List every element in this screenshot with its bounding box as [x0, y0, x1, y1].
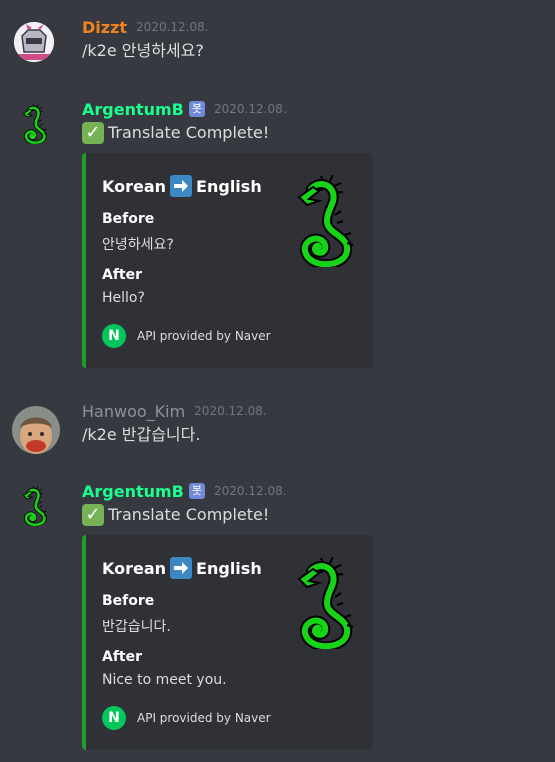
- embed-title: Korean English: [102, 557, 262, 579]
- timestamp: 2020.12.08.: [214, 102, 287, 116]
- message-argentumb: ArgentumB 봇 2020.12.08. ✓ Translate Comp…: [0, 98, 555, 370]
- message-hanwoo-kim: Hanwoo_Kim 2020.12.08. /k2e 반갑습니다.: [0, 400, 555, 454]
- message-text: /k2e 반갑습니다.: [82, 425, 201, 444]
- green-dragon-avatar-icon[interactable]: [14, 104, 54, 144]
- message-text: /k2e 안녕하세요?: [82, 41, 204, 60]
- target-language: English: [196, 176, 262, 196]
- before-label: Before: [102, 593, 155, 609]
- bot-tag: 봇: [188, 101, 205, 117]
- check-mark-icon: ✓: [82, 122, 104, 144]
- green-dragon-avatar-icon[interactable]: [14, 486, 54, 526]
- green-dragon-thumbnail-icon[interactable]: [291, 175, 355, 267]
- username[interactable]: ArgentumB: [82, 482, 184, 501]
- naver-icon: N: [102, 706, 126, 730]
- before-value: 반갑습니다.: [102, 619, 171, 635]
- after-value: Nice to meet you.: [102, 672, 227, 688]
- timestamp: 2020.12.08.: [214, 484, 287, 498]
- translation-embed: Korean English Before 안녕하세요? After Hello…: [82, 153, 373, 368]
- translation-embed: Korean English Before 반갑습니다. After Nice …: [82, 535, 373, 750]
- bot-tag: 봇: [188, 483, 205, 499]
- message-dizzt: Dizzt 2020.12.08. /k2e 안녕하세요?: [0, 16, 555, 66]
- check-mark-icon: ✓: [82, 504, 104, 526]
- username[interactable]: Dizzt: [82, 18, 127, 37]
- after-value: Hello?: [102, 290, 145, 306]
- source-language: Korean: [102, 176, 167, 196]
- after-label: After: [102, 267, 143, 283]
- footer-text: API provided by Naver: [137, 711, 271, 725]
- knight-avatar-icon[interactable]: [14, 22, 54, 62]
- message-header: ArgentumB 봇 2020.12.08.: [82, 98, 287, 120]
- username[interactable]: ArgentumB: [82, 100, 184, 119]
- message-argentumb: ArgentumB 봇 2020.12.08. ✓ Translate Comp…: [0, 480, 555, 752]
- message-header: Hanwoo_Kim 2020.12.08.: [82, 400, 267, 422]
- message-text: Translate Complete!: [108, 123, 270, 142]
- timestamp: 2020.12.08.: [136, 20, 209, 34]
- character-avatar-icon[interactable]: [12, 406, 60, 454]
- message-header: Dizzt 2020.12.08.: [82, 16, 209, 38]
- embed-title: Korean English: [102, 175, 262, 197]
- after-label: After: [102, 649, 143, 665]
- green-dragon-thumbnail-icon[interactable]: [291, 557, 355, 649]
- message-text: Translate Complete!: [108, 505, 270, 524]
- before-value: 안녕하세요?: [102, 237, 174, 253]
- right-arrow-icon: [170, 175, 193, 197]
- before-label: Before: [102, 211, 155, 227]
- footer-text: API provided by Naver: [137, 329, 271, 343]
- embed-footer: N API provided by Naver: [102, 324, 271, 348]
- username[interactable]: Hanwoo_Kim: [82, 402, 185, 421]
- message-content: ✓ Translate Complete!: [82, 504, 269, 526]
- embed-footer: N API provided by Naver: [102, 706, 271, 730]
- target-language: English: [196, 558, 262, 578]
- right-arrow-icon: [170, 557, 193, 579]
- message-content: ✓ Translate Complete!: [82, 122, 269, 144]
- timestamp: 2020.12.08.: [194, 404, 267, 418]
- source-language: Korean: [102, 558, 167, 578]
- message-header: ArgentumB 봇 2020.12.08.: [82, 480, 287, 502]
- naver-icon: N: [102, 324, 126, 348]
